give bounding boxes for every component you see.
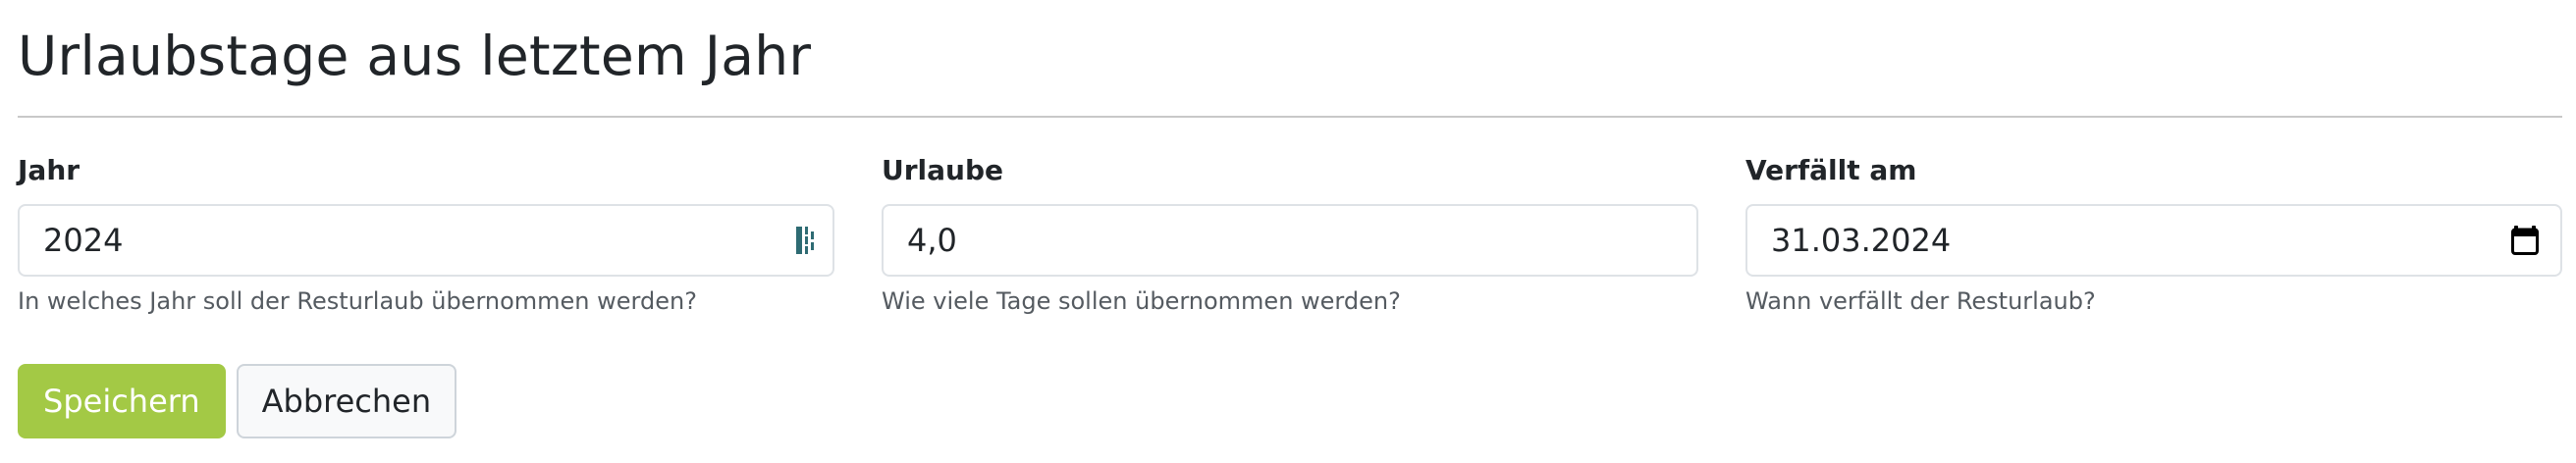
year-help-text: In welches Jahr soll der Resturlaub über…	[18, 287, 697, 315]
expires-label: Verfällt am	[1745, 154, 1917, 186]
year-field-group: Jahr In welches Jahr soll der Resturlaub…	[18, 147, 834, 318]
cancel-button[interactable]: Abbrechen	[236, 364, 457, 438]
expires-field-group: Verfällt am Wann verfällt der Resturlaub…	[1745, 147, 2562, 318]
expires-input-wrapper[interactable]	[1745, 204, 2562, 277]
year-input[interactable]	[20, 206, 832, 275]
calendar-icon[interactable]	[2511, 226, 2539, 255]
days-field-group: Urlaube Wie viele Tage sollen übernommen…	[882, 147, 1698, 318]
expires-date-input[interactable]	[1747, 206, 2560, 275]
password-manager-icon[interactable]	[795, 226, 819, 255]
save-button[interactable]: Speichern	[18, 364, 226, 438]
page-title: Urlaubstage aus letztem Jahr	[18, 25, 812, 87]
year-label: Jahr	[18, 154, 80, 186]
year-input-wrapper[interactable]	[18, 204, 834, 277]
days-input[interactable]	[884, 206, 1696, 275]
days-input-wrapper[interactable]	[882, 204, 1698, 277]
form-actions: Speichern Abbrechen	[18, 364, 457, 438]
days-help-text: Wie viele Tage sollen übernommen werden?	[882, 287, 1401, 315]
expires-help-text: Wann verfällt der Resturlaub?	[1745, 287, 2096, 315]
title-divider	[18, 116, 2562, 118]
days-label: Urlaube	[882, 154, 1004, 186]
